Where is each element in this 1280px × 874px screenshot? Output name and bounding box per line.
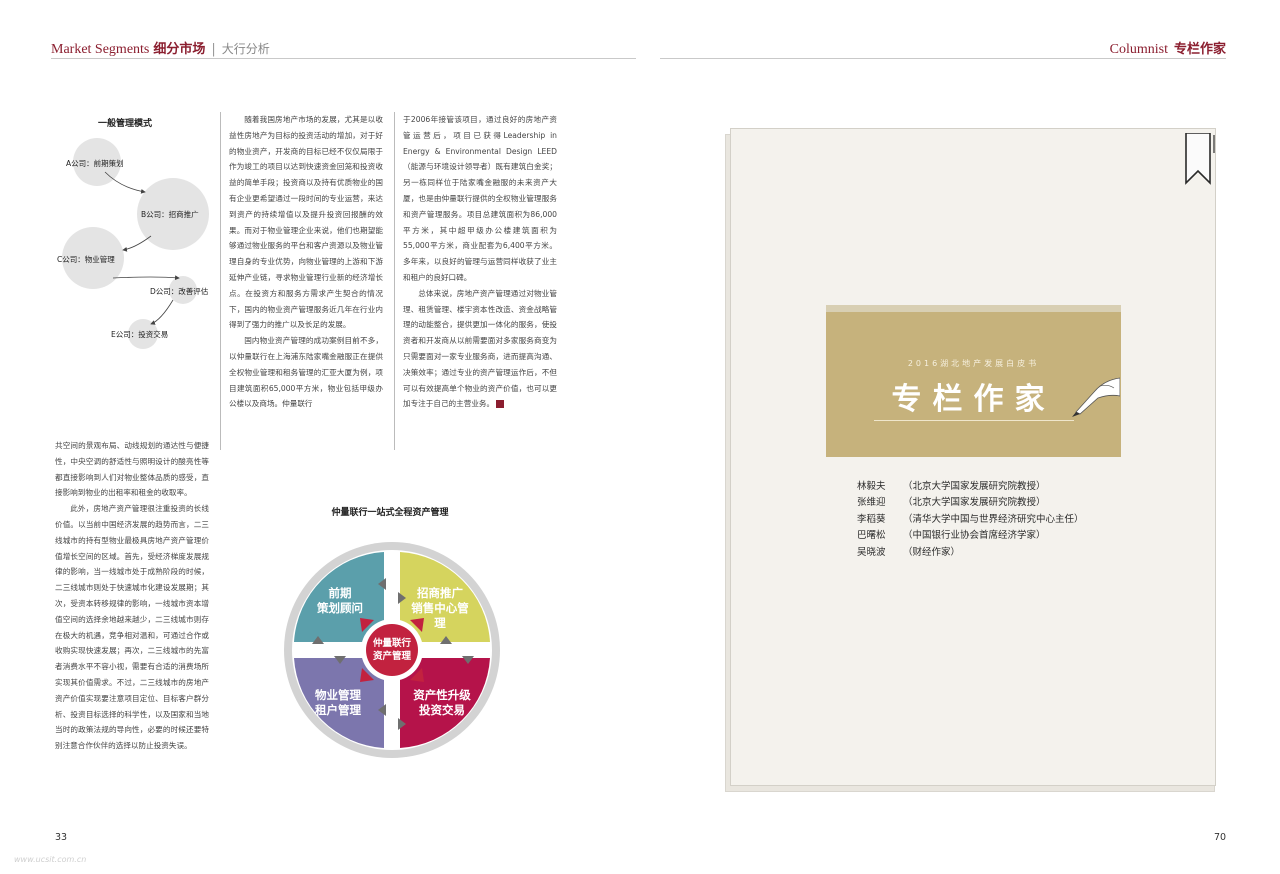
article-end-mark <box>496 400 505 409</box>
author-list: 林毅夫 （北京大学国家发展研究院教授） 张维迎 （北京大学国家发展研究院教授） 李稻… <box>857 479 1084 561</box>
arrow-c-d <box>112 275 180 281</box>
section-title-cn: 细分市场 <box>153 42 206 57</box>
bookmark-icon <box>1185 133 1215 185</box>
author-row: 李稻葵 （清华大学中国与世界经济研究中心主任） <box>857 513 1084 525</box>
page-number-right: 70 <box>1214 832 1227 843</box>
header-rule-left <box>51 58 636 59</box>
col3-paragraph-2: 总体来说，房地产资产管理通过对物业管理、租赁管理、楼宇资本性改造、资金战略管理的… <box>403 286 557 412</box>
col1-paragraph-1: 共空间的景观布局、动线规划的通达性与便捷性，中央空调的舒适性与照明设计的酸亮性等… <box>55 441 209 498</box>
col3-paragraph-2-text: 总体来说，房地产资产管理通过对物业管理、租赁管理、楼宇资本性改造、资金战略管理的… <box>403 288 557 409</box>
wheel-label-bottom-left: 物业管理 租户管理 <box>315 688 361 717</box>
diagram-title: 一般管理模式 <box>97 119 152 129</box>
author-row: 吴晓波 （财经作家） <box>857 546 961 558</box>
body-column-3: 于2006年接管该项目，通过良好的房地产资管运营后，项目已获得Leadershi… <box>403 112 557 412</box>
author-row: 张维迎 （北京大学国家发展研究院教授） <box>857 497 1046 509</box>
col3-paragraph-1: 于2006年接管该项目，通过良好的房地产资管运营后，项目已获得Leadershi… <box>403 115 557 282</box>
columnist-card <box>730 128 1216 786</box>
columnist-banner: 2016湖北地产发展白皮书 专栏作家 <box>826 312 1121 457</box>
body-column-1: 共空间的景观布局、动线规划的通达性与便捷性，中央空调的舒适性与照明设计的酸亮性等… <box>55 438 209 754</box>
section-header-right: Columnist 专栏作家 <box>1110 38 1226 58</box>
header-separator: | <box>211 42 216 57</box>
body-column-2: 随着我国房地产市场的发展，尤其是以收益性房地产为目标的投资活动的增加，对于好的物… <box>229 112 383 412</box>
node-e-label: E公司：投资交易 <box>111 330 169 339</box>
author-row: 林毅夫 （北京大学国家发展研究院教授） <box>857 481 1046 492</box>
writing-hand-icon <box>1072 377 1120 417</box>
section-header-left: Market Segments 细分市场 | 大行分析 <box>51 38 270 58</box>
columnist-title-cn: 专栏作家 <box>1173 42 1226 57</box>
columnist-title-en: Columnist <box>1109 42 1168 57</box>
banner-subtitle: 2016湖北地产发展白皮书 <box>907 359 1040 368</box>
section-title-en: Market Segments <box>51 42 150 57</box>
header-rule-right <box>660 58 1226 59</box>
col1-paragraph-2: 此外，房地产资产管理很注重投资的长线价值。以当前中国经济发展的趋势而言，二三线城… <box>55 504 209 751</box>
node-c-label: C公司：物业管理 <box>57 255 115 264</box>
wheel-label-top-left: 前期 策划顾问 <box>317 586 363 615</box>
wheel-title: 仲量联行一站式全程资产管理 <box>331 508 449 518</box>
page-number-left: 33 <box>55 832 68 843</box>
wheel-label-bottom-right: 资产性升级 投资交易 <box>413 688 471 717</box>
wheel-label-top-right: 招商推广 销售中心管 理 <box>411 586 469 630</box>
arrow-d-e <box>150 299 174 325</box>
node-d-label: D公司：改善评估 <box>150 287 209 296</box>
node-a-label: A公司：前期策划 <box>66 159 124 168</box>
banner-underline <box>874 420 1074 421</box>
column-rule-2 <box>394 112 395 450</box>
column-rule-1 <box>220 112 221 450</box>
watermark: www.ucsit.com.cn <box>14 855 87 864</box>
col2-paragraph-2: 国内物业资产管理的成功案例目前不多，以仲量联行在上海浦东陆家嘴金融服正在提供全权… <box>229 336 383 409</box>
wheel-label-center: 仲量联行 资产管理 <box>372 638 411 662</box>
node-b-label: B公司：招商推广 <box>141 210 199 219</box>
section-subtitle: 大行分析 <box>221 42 270 56</box>
author-row: 巴曙松 （中国银行业协会首席经济学家） <box>857 530 1046 542</box>
col2-paragraph-1: 随着我国房地产市场的发展，尤其是以收益性房地产为目标的投资活动的增加，对于好的物… <box>229 115 383 330</box>
